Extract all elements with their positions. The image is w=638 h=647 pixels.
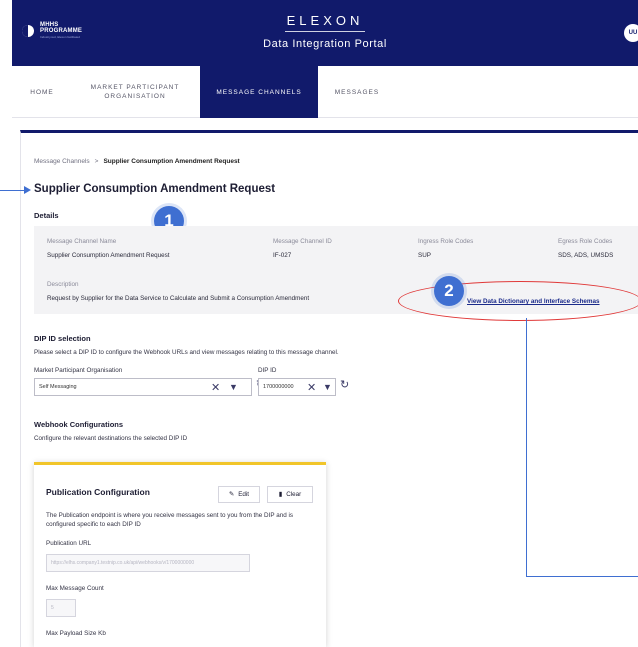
breadcrumb-current: Supplier Consumption Amendment Request (103, 158, 240, 165)
portal-title: Data Integration Portal (263, 38, 387, 50)
ingress-role-codes-value: SUP (418, 252, 431, 259)
org-select[interactable]: Self Messaging ✕ ▼ (34, 378, 252, 396)
annotation-arrow-line (0, 190, 26, 191)
edit-button[interactable]: ✎ Edit (218, 486, 260, 503)
brand-divider (285, 31, 365, 32)
brand-name: ELEXON (286, 13, 364, 28)
dip-id-value: 1700000000 (263, 384, 294, 390)
nav-market-participant-organisation[interactable]: MARKET PARTICIPANT ORGANISATION (80, 66, 190, 118)
trash-icon: ▮ (278, 491, 283, 498)
channel-name-label: Message Channel Name (47, 238, 117, 245)
main-nav: HOME MARKET PARTICIPANT ORGANISATION MES… (12, 66, 638, 118)
ingress-role-codes-label: Ingress Role Codes (418, 238, 474, 245)
nav-home[interactable]: HOME (12, 66, 72, 118)
chevron-down-icon[interactable]: ▼ (229, 382, 238, 392)
publication-config-title: Publication Configuration (46, 487, 150, 497)
annotation-badge-2: 2 (434, 276, 464, 306)
publication-url-input[interactable]: https://elhs.company1.testnip.co.uk/api/… (46, 554, 250, 572)
webhook-heading: Webhook Configurations (34, 420, 124, 429)
page-title: Supplier Consumption Amendment Request (34, 183, 276, 195)
description-value: Request by Supplier for the Data Service… (47, 295, 310, 302)
channel-id-value: IF-027 (273, 252, 292, 259)
clear-button-label: Clear (286, 491, 302, 498)
description-label: Description (47, 281, 79, 288)
dip-id-label: DIP ID (258, 367, 277, 374)
dip-id-select[interactable]: 1700000000 ✕ ▼ (258, 378, 336, 396)
dip-selection-help: Please select a DIP ID to configure the … (34, 349, 339, 356)
annotation-connector-vertical (526, 318, 527, 576)
details-heading: Details (34, 211, 59, 220)
view-data-dictionary-link[interactable]: View Data Dictionary and Interface Schem… (467, 298, 600, 305)
org-select-label: Market Participant Organisation (34, 367, 123, 374)
publication-description: The Publication endpoint is where you re… (46, 512, 293, 528)
annotation-connector-horizontal (526, 576, 638, 577)
channel-id-label: Message Channel ID (273, 238, 332, 245)
chevron-down-icon[interactable]: ▼ (323, 382, 332, 392)
egress-role-codes-value: SDS, ADS, UMSDS (558, 252, 614, 259)
nav-message-channels[interactable]: MESSAGE CHANNELS (200, 66, 318, 118)
edit-button-label: Edit (238, 491, 250, 498)
breadcrumb: Message Channels > Supplier Consumption Am… (34, 158, 240, 165)
egress-role-codes-label: Egress Role Codes (558, 238, 613, 245)
nav-messages[interactable]: MESSAGES (322, 66, 392, 118)
refresh-icon[interactable]: ↻ (340, 378, 349, 391)
org-select-value: Self Messaging (39, 384, 77, 390)
publication-url-label: Publication URL (46, 540, 92, 547)
max-message-count-label: Max Message Count (46, 585, 104, 592)
clear-icon[interactable]: ✕ (211, 381, 220, 394)
publication-config-card: Publication Configuration ✎ Edit ▮ Clear T… (34, 462, 326, 647)
dip-selection-heading: DIP ID selection (34, 334, 91, 343)
max-message-count-input[interactable]: 5 (46, 599, 76, 617)
breadcrumb-separator: > (94, 158, 99, 165)
clear-icon[interactable]: ✕ (307, 381, 316, 394)
pencil-icon: ✎ (228, 491, 235, 498)
channel-name-value: Supplier Consumption Amendment Request (47, 252, 170, 259)
breadcrumb-parent-link[interactable]: Message Channels (34, 158, 90, 165)
max-payload-size-label: Max Payload Size Kb (46, 630, 106, 637)
user-avatar[interactable]: UU (624, 24, 638, 42)
annotation-arrow-icon (24, 186, 31, 194)
clear-button[interactable]: ▮ Clear (267, 486, 313, 503)
brand: ELEXON Data Integration Portal (12, 13, 638, 50)
app-header: MHHS PROGRAMME Industry-led, Elexon faci… (12, 0, 638, 66)
webhook-help: Configure the relevant destinations the … (34, 435, 188, 442)
